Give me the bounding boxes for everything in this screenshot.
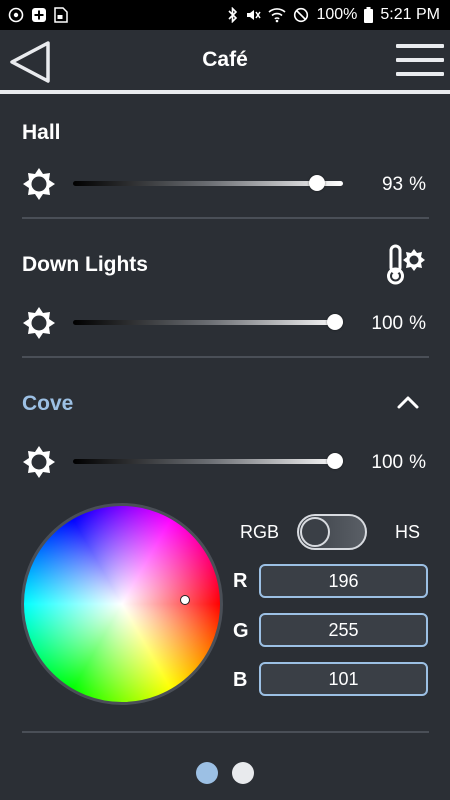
level-value: 93 bbox=[381, 174, 404, 195]
section-divider bbox=[22, 731, 429, 733]
slider-thumb[interactable] bbox=[327, 453, 343, 469]
zone-title-cove[interactable]: Cove bbox=[22, 392, 73, 416]
signal-tower-icon bbox=[8, 7, 24, 23]
slider-thumb[interactable] bbox=[327, 314, 343, 330]
page-dot-1[interactable] bbox=[196, 762, 218, 784]
level-readout-down-lights: 100 % bbox=[371, 313, 426, 335]
header-divider bbox=[0, 90, 450, 94]
status-bar: 100% 5:21 PM bbox=[0, 0, 450, 30]
section-divider bbox=[22, 217, 429, 219]
blue-value-field[interactable] bbox=[259, 662, 428, 696]
level-unit: % bbox=[409, 174, 426, 195]
menu-line bbox=[396, 72, 444, 76]
color-wheel[interactable] bbox=[21, 503, 223, 705]
level-value: 100 bbox=[371, 452, 404, 473]
section-divider bbox=[22, 356, 429, 358]
zone-title-hall: Hall bbox=[22, 121, 61, 144]
page-indicator bbox=[0, 762, 450, 784]
app-header: Café bbox=[0, 30, 450, 92]
zone-title-down-lights: Down Lights bbox=[22, 253, 148, 276]
brightness-slider-down-lights[interactable] bbox=[73, 314, 343, 330]
mode-label-rgb: RGB bbox=[240, 522, 280, 542]
level-readout-hall: 93 % bbox=[382, 174, 426, 196]
image-file-icon bbox=[54, 7, 68, 23]
page-dot-2[interactable] bbox=[232, 762, 254, 784]
level-unit: % bbox=[409, 452, 426, 473]
red-value-field[interactable] bbox=[259, 564, 428, 598]
menu-button[interactable] bbox=[396, 44, 444, 78]
brightness-icon[interactable] bbox=[22, 445, 56, 479]
channel-label-g: G bbox=[233, 620, 249, 642]
green-value-field[interactable] bbox=[259, 613, 428, 647]
brightness-icon[interactable] bbox=[22, 167, 56, 201]
brightness-slider-cove[interactable] bbox=[73, 453, 343, 469]
status-left bbox=[8, 7, 68, 23]
slider-thumb[interactable] bbox=[308, 175, 325, 191]
toggle-knob bbox=[300, 517, 330, 547]
plus-box-icon bbox=[31, 7, 47, 23]
color-temperature-icon[interactable] bbox=[386, 243, 426, 285]
channel-label-r: R bbox=[233, 570, 248, 592]
chevron-up-icon[interactable] bbox=[396, 392, 420, 412]
dnd-icon bbox=[293, 7, 309, 23]
brightness-icon[interactable] bbox=[22, 306, 56, 340]
page-title: Café bbox=[202, 48, 248, 71]
bluetooth-icon bbox=[228, 7, 238, 23]
mode-label-hs: HS bbox=[395, 522, 421, 542]
battery-icon bbox=[364, 7, 374, 23]
rgb-hs-toggle[interactable] bbox=[297, 514, 367, 550]
level-value: 100 bbox=[371, 313, 404, 334]
level-readout-cove: 100 % bbox=[371, 452, 426, 474]
channel-label-b: B bbox=[233, 669, 248, 691]
menu-line bbox=[396, 58, 444, 62]
level-unit: % bbox=[409, 313, 426, 334]
brightness-slider-hall[interactable] bbox=[73, 175, 343, 191]
mute-icon bbox=[245, 7, 262, 23]
status-right: 100% 5:21 PM bbox=[228, 6, 440, 24]
clock: 5:21 PM bbox=[380, 6, 440, 23]
color-picker-marker[interactable] bbox=[180, 595, 190, 605]
hamburger-menu-icon bbox=[396, 44, 444, 48]
wifi-icon bbox=[268, 7, 287, 23]
battery-percent: 100% bbox=[316, 6, 358, 23]
